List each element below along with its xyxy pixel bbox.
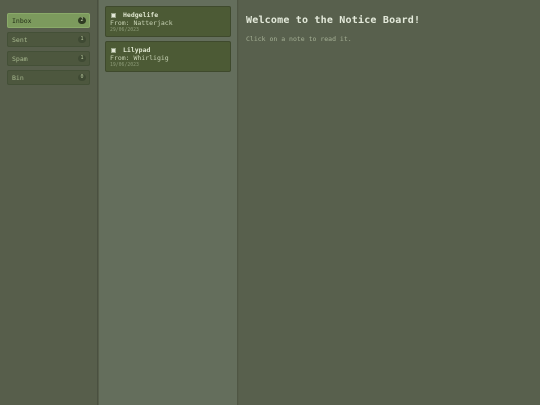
note-sender: From: Natterjack	[110, 19, 173, 27]
folder-sent[interactable]: Sent 1	[7, 32, 90, 47]
note-checkbox[interactable]	[111, 12, 116, 18]
note-title: Hedgelife	[123, 11, 159, 19]
folder-count-badge: 1	[78, 55, 86, 62]
folder-sidebar: Inbox 2 Sent 1 Spam 1 Bin 0	[0, 0, 98, 405]
reader-heading: Welcome to the Notice Board!	[246, 15, 421, 26]
folder-inbox[interactable]: Inbox 2	[7, 13, 90, 28]
note-date: 29/06/2023	[110, 28, 139, 33]
note-list: Hedgelife From: Natterjack 29/06/2023 Li…	[99, 0, 238, 405]
note-item[interactable]: Hedgelife From: Natterjack 29/06/2023	[105, 6, 231, 37]
folder-label: Sent	[12, 35, 28, 44]
note-item[interactable]: Lilypad From: Whirligig 19/06/2023	[105, 41, 231, 72]
folder-spam[interactable]: Spam 1	[7, 51, 90, 66]
folder-label: Bin	[12, 73, 24, 82]
folder-label: Inbox	[12, 16, 32, 25]
note-title: Lilypad	[123, 46, 151, 54]
reading-pane: Welcome to the Notice Board! Click on a …	[239, 0, 540, 405]
reader-hint: Click on a note to read it.	[246, 35, 352, 43]
note-checkbox[interactable]	[111, 47, 116, 53]
folder-count-badge: 1	[78, 36, 86, 43]
folder-bin[interactable]: Bin 0	[7, 70, 90, 85]
note-date: 19/06/2023	[110, 63, 139, 68]
note-sender: From: Whirligig	[110, 54, 169, 62]
folder-label: Spam	[12, 54, 28, 63]
folder-count-badge: 2	[78, 17, 86, 24]
folder-count-badge: 0	[78, 74, 86, 81]
